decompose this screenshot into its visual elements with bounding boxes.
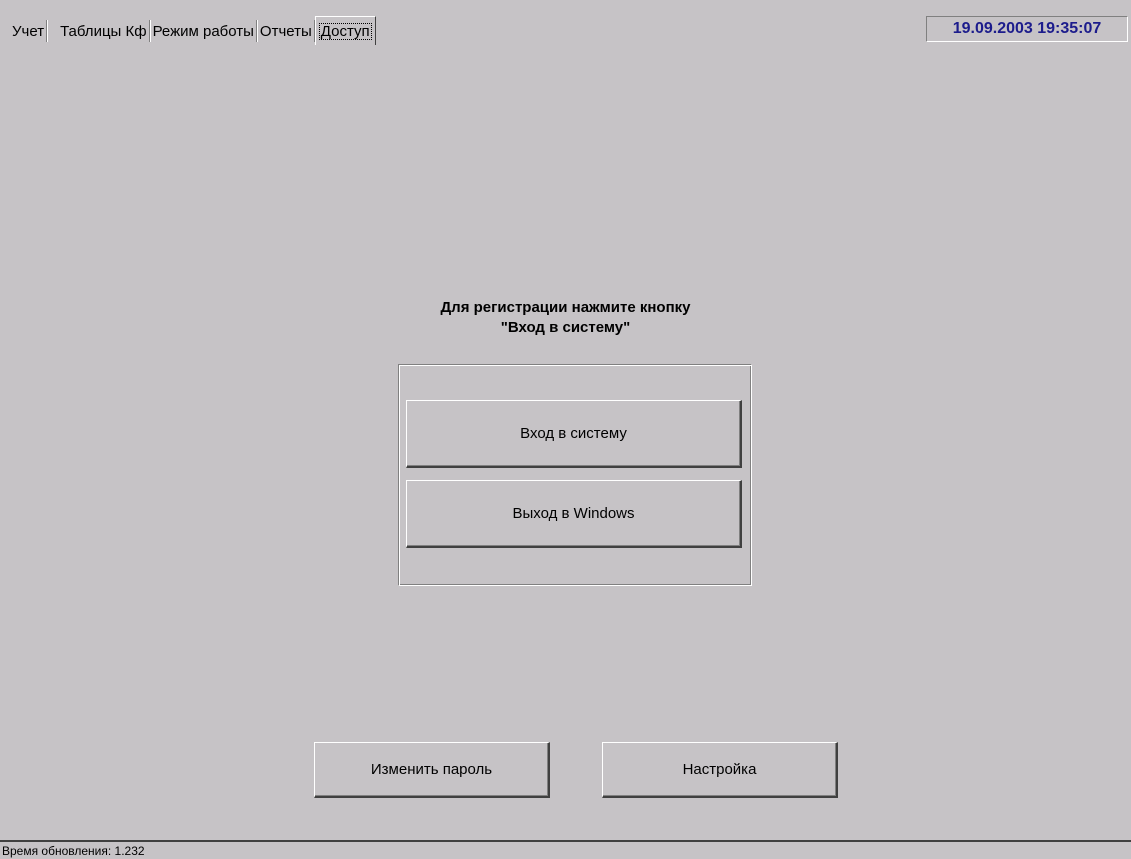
tab-label: Режим работы <box>152 22 254 40</box>
tab-label: Учет <box>12 22 45 40</box>
status-bar: Время обновления: 1.232 <box>0 840 1131 859</box>
status-update-time: Время обновления: 1.232 <box>2 843 145 858</box>
tab-uchet[interactable]: Учет <box>10 18 48 44</box>
exit-to-windows-button[interactable]: Выход в Windows <box>406 480 742 548</box>
login-frame <box>398 364 752 586</box>
tab-label: Таблицы Кф <box>60 22 147 40</box>
tab-tables-kf[interactable]: Таблицы Кф <box>57 18 150 44</box>
login-button[interactable]: Вход в систему <box>406 400 742 468</box>
instruction-line-1: Для регистрации нажмите кнопку <box>440 299 691 316</box>
settings-button[interactable]: Настройка <box>602 742 838 798</box>
tab-bar: Учет Таблицы Кф Режим работы Отчеты Дост… <box>10 16 376 45</box>
tab-operating-mode[interactable]: Режим работы <box>150 18 258 44</box>
tab-label: Доступ <box>318 22 372 40</box>
tab-reports[interactable]: Отчеты <box>257 18 315 44</box>
tab-label: Отчеты <box>259 22 312 40</box>
tab-access[interactable]: Доступ <box>314 16 376 45</box>
login-instruction: Для регистрации нажмите кнопку "Вход в с… <box>0 298 1131 338</box>
change-password-button[interactable]: Изменить пароль <box>314 742 550 798</box>
datetime-display: 19.09.2003 19:35:07 <box>926 16 1128 42</box>
instruction-line-2: "Вход в систему" <box>500 319 631 336</box>
